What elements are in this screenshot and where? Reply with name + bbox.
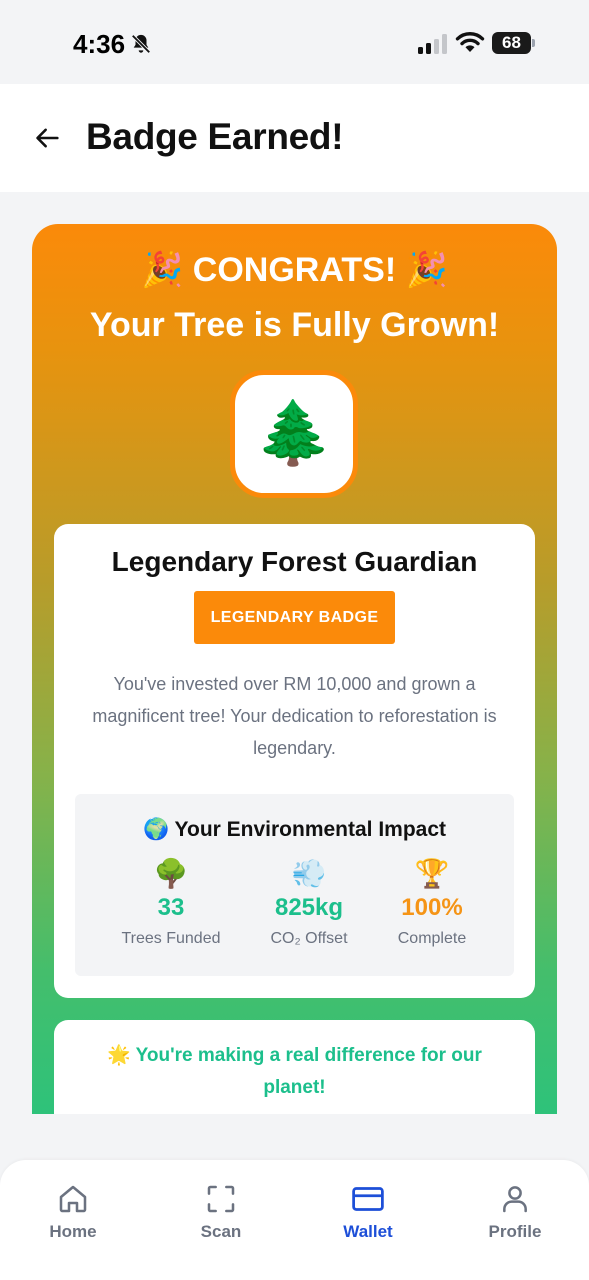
battery-level: 68 — [492, 32, 531, 54]
nav-label-profile: Profile — [488, 1222, 542, 1241]
bell-muted-icon — [131, 34, 151, 54]
encouragement-message: 🌟 You're making a real difference for ou… — [107, 1045, 482, 1098]
stat-label: CO₂ Offset — [270, 930, 348, 947]
profile-icon — [503, 1186, 527, 1213]
stat-complete: 🏆 100% Complete — [367, 856, 497, 948]
status-time: 4:36 — [73, 29, 126, 59]
stat-label: Complete — [397, 930, 467, 947]
environmental-impact-panel: 🌍 Your Environmental Impact 🌳 33 Trees F… — [75, 794, 514, 976]
cellular-signal-icon — [418, 34, 447, 54]
nav-item-scan[interactable]: Scan — [166, 1182, 276, 1242]
arrow-left-icon — [36, 128, 59, 148]
stat-label: Trees Funded — [121, 930, 221, 947]
encouragement-card: 🌟 You're making a real difference for ou… — [54, 1020, 535, 1114]
nav-label-home: Home — [49, 1222, 97, 1241]
stat-value: 100% — [401, 894, 463, 921]
wifi-icon — [455, 32, 485, 52]
nav-item-profile[interactable]: Profile — [460, 1182, 570, 1242]
nav-item-wallet[interactable]: Wallet — [313, 1182, 423, 1242]
battery-tip — [532, 39, 535, 47]
trophy-icon: 🏆 — [414, 857, 450, 889]
nav-item-home[interactable]: Home — [18, 1182, 128, 1242]
badge-name: Legendary Forest Guardian — [111, 546, 478, 577]
tree-grown-subtitle: Your Tree is Fully Grown! — [89, 306, 500, 344]
stat-co2-offset: 💨 825kg CO₂ Offset — [244, 856, 374, 948]
stat-trees-funded: 🌳 33 Trees Funded — [106, 856, 236, 948]
page-title: Badge Earned! — [86, 116, 344, 157]
scan-icon — [207, 1185, 235, 1213]
nav-label-scan: Scan — [200, 1222, 242, 1241]
badge-description: You've invested over RM 10,000 and grown… — [92, 674, 497, 758]
screen: 4:36 68 Badge Earned! 🎉 CONGRATS! 🎉 Your… — [0, 0, 589, 1280]
tree-badge-icon-frame: 🌲 — [230, 370, 358, 498]
deciduous-tree-icon: 🌳 — [153, 857, 189, 889]
status-bar: 4:36 68 — [0, 0, 589, 84]
congrats-heading: 🎉 CONGRATS! 🎉 — [141, 251, 448, 289]
badge-card: 🎉 CONGRATS! 🎉 Your Tree is Fully Grown! … — [32, 224, 557, 1114]
stat-value: 33 — [157, 894, 185, 921]
home-icon — [59, 1185, 87, 1213]
stat-value: 825kg — [274, 894, 344, 921]
wallet-icon — [352, 1187, 384, 1211]
back-button[interactable] — [28, 118, 68, 158]
legendary-badge-tag[interactable]: LEGENDARY BADGE — [194, 591, 395, 644]
bottom-navigation: Home Scan Wallet Profile — [0, 1160, 589, 1280]
badge-details-card: Legendary Forest Guardian LEGENDARY BADG… — [54, 524, 535, 998]
page-header: Badge Earned! — [0, 84, 589, 192]
battery-indicator: 68 — [492, 32, 536, 54]
nav-label-wallet: Wallet — [343, 1222, 393, 1241]
evergreen-tree-icon: 🌲 — [255, 399, 333, 468]
impact-title: 🌍 Your Environmental Impact — [142, 818, 447, 841]
wind-icon: 💨 — [291, 857, 327, 889]
